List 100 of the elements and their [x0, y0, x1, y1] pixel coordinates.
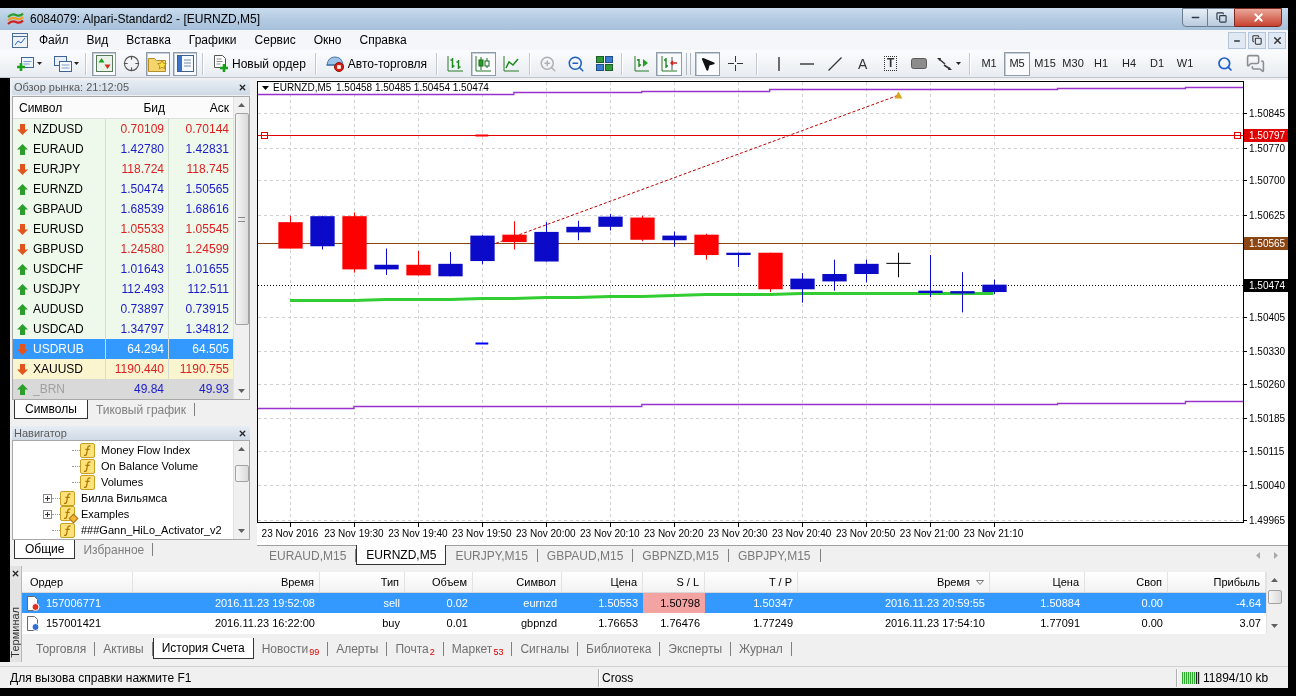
chart-tab[interactable]: EURNZD,M5: [356, 545, 447, 565]
scrollbar-thumb[interactable]: [234, 113, 249, 325]
timeframe-button[interactable]: M1: [976, 51, 1003, 76]
menu-item[interactable]: Сервис: [245, 34, 305, 46]
tool-button[interactable]: [695, 51, 721, 76]
scroll-down-arrow-icon[interactable]: [238, 389, 245, 393]
new-order-button[interactable]: Новый ордер: [209, 51, 310, 76]
column-header[interactable]: S / L: [643, 572, 705, 592]
minimize-button[interactable]: [1228, 31, 1246, 49]
menu-item[interactable]: Вид: [77, 34, 118, 46]
column-header[interactable]: Бид: [106, 97, 169, 118]
tab[interactable]: Символы: [14, 400, 88, 419]
tool-button[interactable]: T: [878, 51, 904, 76]
market-row[interactable]: EURJPY 118.724 118.745: [13, 159, 233, 179]
close-icon[interactable]: [238, 83, 247, 92]
tab[interactable]: Эксперты: [660, 638, 731, 659]
column-header[interactable]: Символ: [13, 97, 106, 118]
chart-tab[interactable]: EURJPY,M15: [446, 546, 537, 565]
menu-item[interactable]: Окно: [304, 34, 351, 46]
timeframe-button[interactable]: M15: [1032, 51, 1059, 76]
caret-icon[interactable]: [956, 62, 962, 65]
market-row[interactable]: EURNZD 1.50474 1.50565: [13, 179, 233, 199]
tab[interactable]: Торговля: [28, 638, 95, 659]
tree-item[interactable]: Volumes: [101, 476, 144, 488]
timeframe-button[interactable]: H4: [1116, 51, 1143, 76]
column-header[interactable]: Своп: [1085, 572, 1168, 592]
market-row[interactable]: USDCHF 1.01643 1.01655: [13, 259, 233, 279]
order-row[interactable]: 157006771 2016.11.23 19:52:08 sell 0.02 eurnzd 1.50553 1.50798 1.50347 2016.11.23 20:59:55 1.50884 0.00 -4.64: [22, 593, 1266, 613]
tab[interactable]: Общие: [14, 540, 76, 559]
tab[interactable]: Журнал: [731, 638, 791, 659]
tree-item[interactable]: Билла Вильямса: [81, 492, 168, 504]
tree-item[interactable]: Examples: [81, 508, 130, 520]
minimize-button[interactable]: [1182, 8, 1208, 27]
close-icon[interactable]: [11, 569, 20, 578]
tab[interactable]: Избранное: [75, 540, 153, 559]
market-row[interactable]: EURUSD 1.05533 1.05545: [13, 219, 233, 239]
toolbar-button[interactable]: [471, 51, 497, 76]
close-icon[interactable]: [238, 428, 247, 438]
scroll-down-arrow-icon[interactable]: [1271, 624, 1278, 628]
chart-tab[interactable]: GBPNZD,M15: [633, 546, 728, 565]
scrollbar[interactable]: [233, 441, 249, 539]
market-row[interactable]: USDJPY 112.493 112.511: [13, 279, 233, 299]
scrollbar-thumb[interactable]: [234, 465, 249, 482]
column-header[interactable]: T / P: [705, 572, 798, 592]
expand-icon[interactable]: [43, 493, 52, 503]
restore-button[interactable]: [1208, 8, 1234, 27]
tree-item[interactable]: Money Flow Index: [101, 444, 191, 456]
column-header[interactable]: Объем: [405, 572, 473, 592]
scroll-down-arrow-icon[interactable]: [238, 529, 245, 533]
market-row[interactable]: GBPUSD 1.24580 1.24599: [13, 239, 233, 259]
tab[interactable]: Активы: [95, 638, 152, 659]
menu-item[interactable]: Вставка: [117, 34, 180, 46]
tree-item[interactable]: On Balance Volume: [101, 460, 199, 472]
dropdown-triangle-icon[interactable]: [262, 86, 269, 90]
column-header[interactable]: Цена: [562, 572, 643, 592]
tab[interactable]: Алерты: [328, 638, 387, 659]
close-button[interactable]: [1234, 8, 1282, 27]
timeframe-button[interactable]: D1: [1144, 51, 1171, 76]
timeframe-button[interactable]: H1: [1088, 51, 1115, 76]
chart-tab[interactable]: GBPAUD,M15: [537, 546, 633, 565]
toolbar-button[interactable]: [92, 51, 116, 76]
scroll-up-arrow-icon[interactable]: [1271, 578, 1278, 582]
timeframe-button[interactable]: M5: [1004, 51, 1031, 76]
market-row[interactable]: GBPAUD 1.68539 1.68616: [13, 199, 233, 219]
tab[interactable]: История Счета: [152, 638, 254, 659]
scrollbar-thumb[interactable]: [1267, 590, 1282, 604]
chart-tab[interactable]: GBPJPY,M15: [729, 546, 820, 565]
toolbar-button[interactable]: [656, 51, 683, 76]
column-header[interactable]: Символ: [473, 572, 562, 592]
tab[interactable]: Тиковый график: [87, 400, 195, 419]
tree-item[interactable]: ###Gann_HiLo_Activator_v2: [81, 524, 222, 536]
market-row[interactable]: AUDUSD 0.73897 0.73915: [13, 299, 233, 319]
scroll-up-arrow-icon[interactable]: [238, 103, 245, 107]
tool-button[interactable]: A: [850, 51, 876, 76]
chart-tab[interactable]: EURAUD,M15: [260, 546, 356, 565]
tab[interactable]: Библиотека: [578, 638, 660, 659]
menu-item[interactable]: Графики: [179, 34, 246, 46]
column-header[interactable]: Время: [133, 572, 320, 592]
column-header[interactable]: Цена: [990, 572, 1085, 592]
toolbar-button[interactable]: [173, 51, 197, 76]
scroll-up-arrow-icon[interactable]: [238, 447, 245, 451]
column-header[interactable]: Аск: [169, 97, 233, 118]
market-row[interactable]: NZDUSD 0.70109 0.70144: [13, 119, 233, 139]
menu-item[interactable]: Файл: [30, 34, 78, 46]
menu-item[interactable]: Справка: [350, 34, 416, 46]
column-header[interactable]: Время: [798, 572, 990, 592]
tab[interactable]: Сигналы: [512, 638, 578, 659]
timeframe-button[interactable]: M30: [1060, 51, 1087, 76]
restore-button[interactable]: [1248, 31, 1266, 49]
caret-icon[interactable]: [74, 62, 79, 65]
market-row[interactable]: EURAUD 1.42780 1.42831: [13, 139, 233, 159]
timeframe-button[interactable]: W1: [1172, 51, 1199, 76]
column-header[interactable]: Ордер: [22, 572, 133, 592]
expand-icon[interactable]: [43, 509, 52, 519]
scrollbar[interactable]: [233, 97, 249, 399]
auto-trading-button[interactable]: Авто-торговля: [321, 51, 432, 76]
market-row[interactable]: XAUUSD 1190.440 1190.755: [13, 359, 233, 379]
caret-icon[interactable]: [37, 62, 42, 65]
market-row[interactable]: USDCAD 1.34797 1.34812: [13, 319, 233, 339]
column-header[interactable]: Тип: [320, 572, 405, 592]
